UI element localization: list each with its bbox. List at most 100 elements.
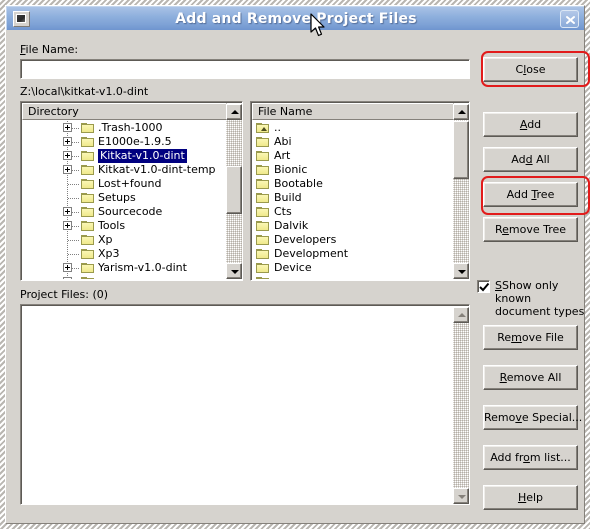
remove-special-button[interactable]: Remove Special... <box>483 405 582 430</box>
add-from-list-mnemonic: o <box>523 451 530 464</box>
help-mnemonic: H <box>517 491 527 504</box>
folder-icon <box>256 263 270 274</box>
dialog-client: File Name: Z:\local\kitkat-v1.0-dint Dir… <box>6 30 584 523</box>
file-list-item[interactable]: Build <box>253 191 452 205</box>
add-from-list-button[interactable]: Add from list... <box>483 445 578 470</box>
file-item-label: Build <box>274 191 302 204</box>
file-scrollbar[interactable] <box>453 104 469 279</box>
add-all-button[interactable]: Add All <box>483 147 578 172</box>
file-list-item[interactable]: Bionic <box>253 163 452 177</box>
file-list-item[interactable]: Cts <box>253 205 452 219</box>
folder-icon <box>256 249 270 260</box>
directory-list-item[interactable]: Kitkat-v1.0-dint <box>23 149 225 163</box>
file-list-item[interactable]: Art <box>253 149 452 163</box>
tree-expand-icon[interactable] <box>63 137 72 146</box>
add-all-label-a: Ad <box>511 153 526 166</box>
directory-list-item[interactable]: Xp <box>23 233 225 247</box>
help-button[interactable]: Help <box>483 485 578 510</box>
close-button[interactable]: Close <box>483 57 578 82</box>
folder-icon <box>81 165 95 176</box>
directory-list-item[interactable]: Kitkat-v1.0-dint-temp <box>23 163 225 177</box>
file-item-label: Cts <box>274 205 292 218</box>
file-scroll-up-button[interactable] <box>453 104 469 120</box>
remove-special-label-a: Remo <box>484 411 516 424</box>
folder-icon <box>81 193 95 204</box>
title-bar[interactable]: Add and Remove Project Files <box>6 6 584 30</box>
directory-list-item[interactable]: Xp3 <box>23 247 225 261</box>
file-list-item[interactable]: .. <box>253 121 452 135</box>
tree-expand-icon[interactable] <box>63 207 72 216</box>
close-button-label-b: ose <box>526 63 546 76</box>
window-title: Add and Remove Project Files <box>175 11 417 27</box>
directory-item-label: Tools <box>98 219 126 232</box>
close-icon[interactable] <box>560 10 579 28</box>
directory-item-label: Setups <box>98 191 136 204</box>
tree-connector-line <box>68 184 80 185</box>
directory-list-item[interactable]: Lost+found <box>23 177 225 191</box>
directory-item-label: E1000e-1.9.5 <box>98 135 172 148</box>
folder-icon <box>81 263 95 274</box>
directory-list-item[interactable]: Sourcecode <box>23 205 225 219</box>
directory-panel-header[interactable]: Directory <box>22 103 227 120</box>
directory-list-item[interactable]: Yarism-v1.0-dint <box>23 261 225 275</box>
tree-expand-icon[interactable] <box>63 151 72 160</box>
project-files-scroll-down-button[interactable] <box>453 488 469 504</box>
file-list-item[interactable]: Development <box>253 247 452 261</box>
file-list-item[interactable]: Dalvik <box>253 219 452 233</box>
tree-expand-icon[interactable] <box>63 277 72 279</box>
directory-list-item[interactable]: Tools <box>23 219 225 233</box>
directory-list-item[interactable]: .Trash-1000 <box>23 121 225 135</box>
directory-list-item[interactable]: Setups <box>23 191 225 205</box>
directory-scrollbar[interactable] <box>226 104 242 279</box>
directory-scroll-thumb[interactable] <box>226 166 242 214</box>
tree-expand-icon[interactable] <box>63 221 72 230</box>
file-panel[interactable]: File Name .. Abi Art Bionic Bootable Build Cts… <box>250 101 470 281</box>
show-known-types-line2: document types <box>495 305 585 318</box>
file-list-item[interactable]: Abi <box>253 135 452 149</box>
remove-file-label-b: ove File <box>521 331 564 344</box>
file-list-item[interactable]: Bootable <box>253 177 452 191</box>
file-item-label: Developers <box>274 233 337 246</box>
file-item-label: Abi <box>274 135 292 148</box>
folder-icon <box>256 151 270 162</box>
project-files-scrollbar[interactable] <box>453 307 469 504</box>
file-panel-header[interactable]: File Name <box>252 103 454 120</box>
directory-panel[interactable]: Directory .Trash-1000 E1000e-1.9.5 Kitkat-… <box>20 101 243 281</box>
file-name-input-value <box>21 60 469 66</box>
remove-tree-button[interactable]: Remove Tree <box>483 217 578 242</box>
tree-expand-icon[interactable] <box>63 165 72 174</box>
directory-scroll-up-button[interactable] <box>226 104 242 120</box>
file-item-label: Bionic <box>274 163 308 176</box>
directory-list-item[interactable]: E1000e-1.9.5 <box>23 135 225 149</box>
directory-item-label: Kitkat-v1.0-dint-temp <box>98 163 216 176</box>
file-name-input[interactable] <box>20 59 470 79</box>
file-list-item[interactable]: Device <box>253 261 452 275</box>
directory-item-label: Yarism-v1.0-dint <box>98 261 187 274</box>
folder-icon <box>256 277 270 279</box>
remove-all-button[interactable]: Remove All <box>483 365 578 390</box>
directory-item-label: Kitkat-v1.0-dint <box>98 149 187 163</box>
tree-expand-icon[interactable] <box>63 123 72 132</box>
project-files-panel[interactable] <box>20 304 470 505</box>
file-scroll-thumb[interactable] <box>453 121 469 179</box>
add-all-mnemonic: d <box>525 153 533 166</box>
folder-icon <box>256 165 270 176</box>
project-files-list[interactable] <box>23 307 453 504</box>
file-list-item[interactable]: Developers <box>253 233 452 247</box>
tree-connector-line <box>68 240 80 241</box>
directory-item-label: Sourcecode <box>98 205 163 218</box>
file-item-label: Bootable <box>274 177 323 190</box>
add-button[interactable]: Add <box>483 112 578 137</box>
tree-expand-icon[interactable] <box>63 263 72 272</box>
project-files-scroll-up-button[interactable] <box>453 307 469 323</box>
directory-list[interactable]: .Trash-1000 E1000e-1.9.5 Kitkat-v1.0-dint K… <box>23 121 225 279</box>
directory-scroll-down-button[interactable] <box>226 263 242 279</box>
file-scroll-down-button[interactable] <box>453 263 469 279</box>
show-known-types-line1: Show only known <box>495 279 559 305</box>
show-known-types-checkbox[interactable] <box>477 280 490 293</box>
remove-file-button[interactable]: Remove File <box>483 325 578 350</box>
file-item-label: .. <box>274 121 281 134</box>
add-tree-button[interactable]: Add Tree <box>483 182 578 207</box>
folder-icon <box>81 221 95 232</box>
file-list[interactable]: .. Abi Art Bionic Bootable Build Cts Dalvik Deve… <box>253 121 452 279</box>
